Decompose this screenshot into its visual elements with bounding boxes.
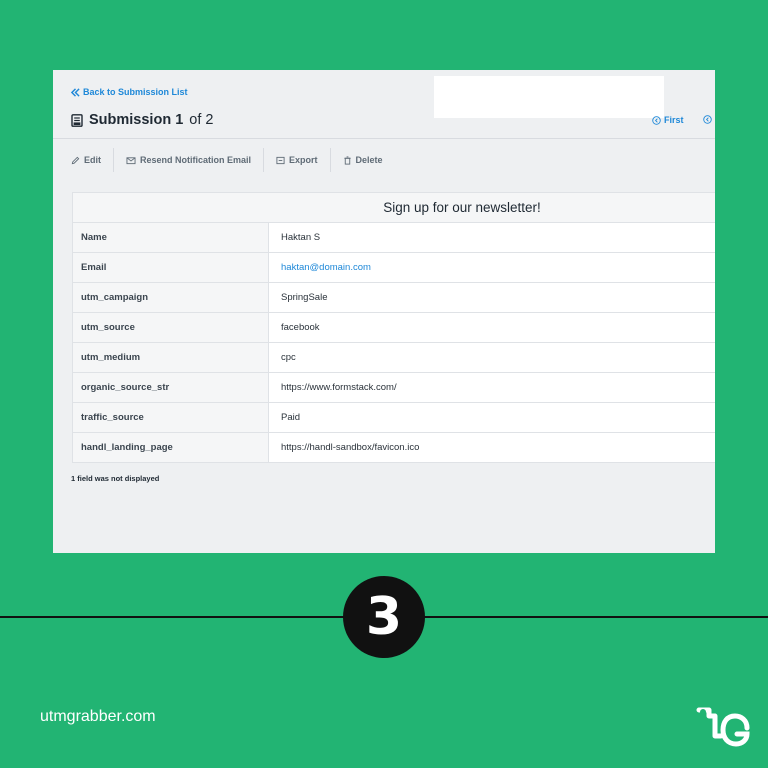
field-value: facebook <box>268 312 715 343</box>
first-link[interactable]: First <box>652 115 684 125</box>
mail-icon <box>126 156 136 164</box>
field-key: handl_landing_page <box>72 432 269 463</box>
submission-table: Sign up for our newsletter! Name Haktan … <box>72 192 715 463</box>
header-divider <box>53 138 715 139</box>
document-icon <box>71 113 83 127</box>
pencil-icon <box>71 156 80 164</box>
field-value: SpringSale <box>268 282 715 313</box>
brand-url: utmgrabber.com <box>40 708 156 725</box>
utmgrabber-logo <box>696 707 750 747</box>
delete-label: Delete <box>355 155 383 165</box>
table-row: utm_medium cpc <box>72 342 715 373</box>
field-value: https://handl-sandbox/favicon.ico <box>268 432 715 463</box>
field-key: Name <box>72 222 269 253</box>
first-link-label: First <box>664 115 684 125</box>
form-title: Sign up for our newsletter! <box>72 192 715 223</box>
back-to-list-link[interactable]: Back to Submission List <box>71 87 188 97</box>
export-icon <box>276 156 285 164</box>
submission-count: of 2 <box>189 112 214 128</box>
table-row: organic_source_str https://www.formstack… <box>72 372 715 403</box>
action-toolbar: Edit Resend Notification Email Export De… <box>71 148 395 172</box>
resend-notification-button[interactable]: Resend Notification Email <box>114 148 263 172</box>
field-value: cpc <box>268 342 715 373</box>
edit-label: Edit <box>84 155 101 165</box>
resend-label: Resend Notification Email <box>140 155 252 165</box>
double-chevron-left-icon <box>71 87 80 97</box>
previous-circle-icon[interactable] <box>703 115 712 124</box>
table-row: handl_landing_page https://handl-sandbox… <box>72 432 715 463</box>
email-link[interactable]: haktan@domain.com <box>268 252 715 283</box>
edit-button[interactable]: Edit <box>71 148 113 172</box>
export-label: Export <box>289 155 318 165</box>
table-row: utm_source facebook <box>72 312 715 343</box>
submission-number: Submission 1 <box>89 112 184 128</box>
table-row: traffic_source Paid <box>72 402 715 433</box>
step-number: 3 <box>365 587 403 647</box>
redacted-area <box>434 76 664 118</box>
trash-icon <box>343 155 351 165</box>
table-row: Name Haktan S <box>72 222 715 253</box>
field-key: organic_source_str <box>72 372 269 403</box>
field-key: Email <box>72 252 269 283</box>
table-row: Email haktan@domain.com <box>72 252 715 283</box>
field-value: Haktan S <box>268 222 715 253</box>
table-row: utm_campaign SpringSale <box>72 282 715 313</box>
field-key: utm_source <box>72 312 269 343</box>
step-badge: 3 <box>343 576 425 658</box>
delete-button[interactable]: Delete <box>331 148 395 172</box>
field-key: traffic_source <box>72 402 269 433</box>
page-title: Submission 1 of 2 <box>71 112 213 128</box>
field-key: utm_campaign <box>72 282 269 313</box>
export-button[interactable]: Export <box>264 148 330 172</box>
submission-panel: Back to Submission List Submission 1 of … <box>53 70 715 553</box>
field-key: utm_medium <box>72 342 269 373</box>
field-value: Paid <box>268 402 715 433</box>
back-link-label: Back to Submission List <box>83 87 188 97</box>
field-value: https://www.formstack.com/ <box>268 372 715 403</box>
first-circle-icon <box>652 115 661 125</box>
hidden-fields-note: 1 field was not displayed <box>71 474 160 483</box>
form-title-row: Sign up for our newsletter! <box>72 192 715 223</box>
